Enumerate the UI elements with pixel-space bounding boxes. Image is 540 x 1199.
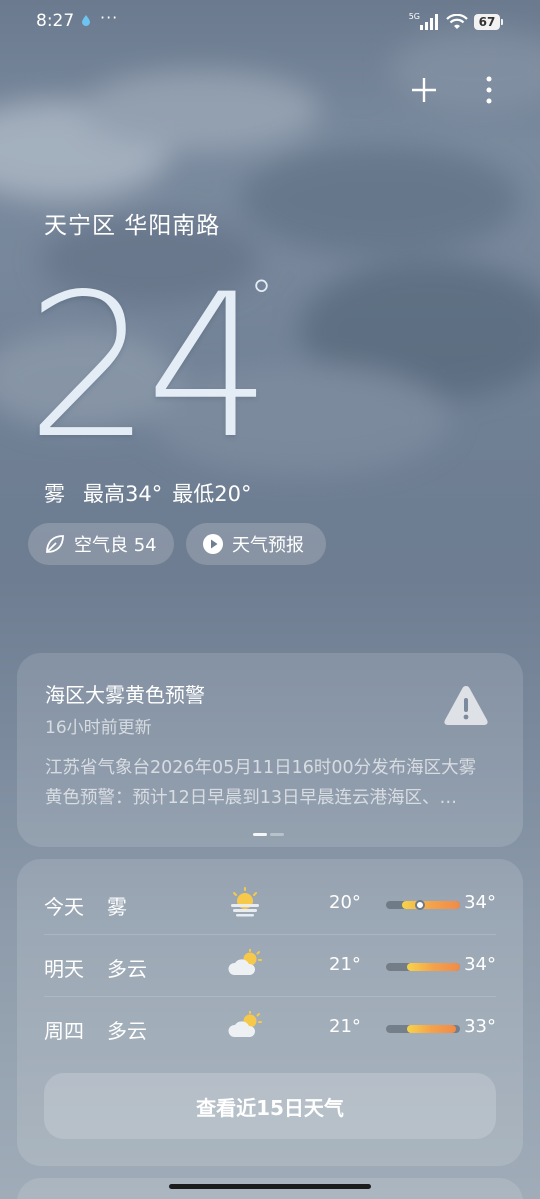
day-name: 周四 [44,1019,84,1043]
day-condition: 多云 [107,1019,147,1043]
weather-forecast-label: 天气预报 [232,535,304,556]
alert-body: 江苏省气象台2026年05月11日16时00分发布海区大雾 黄色预警：预计12日… [45,758,477,808]
current-temp-marker [415,900,426,910]
partly-cloudy-icon [228,1011,262,1037]
air-quality-label: 空气良 54 [74,535,157,556]
degree-symbol: ° [250,270,273,324]
day-high-temp: 33° [464,1016,496,1037]
current-condition: 雾 [44,482,65,506]
play-icon [203,534,223,554]
day-low-temp: 21° [329,1016,361,1037]
location-title[interactable]: 天宁区 华阳南路 [44,206,220,240]
view-15-day-button[interactable]: 查看近15日天气 [44,1073,496,1139]
daily-forecast-card: 今天 雾 20° 34° 明天 多云 21° 34° 周四 多云 21° 33°… [17,859,523,1166]
air-quality-chip[interactable]: 空气良 54 [28,523,174,565]
low-temperature: 最低20° [172,482,252,506]
drop-icon [82,15,90,26]
network-type: 5G [408,11,420,21]
status-time: 8:27 [36,11,75,31]
high-temperature: 最高34° [83,482,163,506]
temp-range-fill [406,963,460,971]
page-dot [270,833,284,836]
warning-icon [444,686,488,725]
leaf-icon [46,535,64,553]
temp-range-fill [406,1025,457,1033]
notification-dots: ··· [100,8,119,27]
day-name: 今天 [44,895,84,919]
wifi-icon [446,14,468,29]
day-low-temp: 20° [329,892,361,913]
day-high-temp: 34° [464,892,496,913]
partly-cloudy-icon [228,949,262,975]
battery-indicator: 67 [474,14,503,30]
home-indicator[interactable] [169,1184,371,1189]
temp-range-bar [386,900,460,910]
weather-alert-card[interactable]: 海区大雾黄色预警 16小时前更新 江苏省气象台2026年05月11日16时00分… [17,653,523,847]
signal-icon [420,14,438,30]
alert-title: 海区大雾黄色预警 [45,683,205,707]
temp-range-bar [386,1025,460,1033]
forecast-row-thursday[interactable]: 周四 多云 21° 33° [44,997,496,1059]
day-high-temp: 34° [464,954,496,975]
alert-updated-time: 16小时前更新 [45,718,152,738]
status-bar: 8:27 ··· 5G 67 [0,0,540,44]
status-icons: 5G 67 [403,11,503,33]
condition-summary: 雾 最高34° 最低20° [44,478,251,508]
add-city-button[interactable] [408,74,440,106]
weather-forecast-chip[interactable]: 天气预报 [186,523,326,565]
temp-range-bar [386,963,460,971]
day-condition: 雾 [107,895,127,919]
forecast-row-today[interactable]: 今天 雾 20° 34° [44,873,496,935]
day-condition: 多云 [107,957,147,981]
temp-range-fill [402,901,460,909]
more-menu-button[interactable] [478,74,500,106]
page-indicator [253,833,284,836]
forecast-row-tomorrow[interactable]: 明天 多云 21° 34° [44,935,496,997]
fog-sun-icon [231,887,259,917]
current-temperature: 24 [26,251,272,482]
day-low-temp: 21° [329,954,361,975]
page-dot-active [253,833,267,836]
day-name: 明天 [44,957,84,981]
